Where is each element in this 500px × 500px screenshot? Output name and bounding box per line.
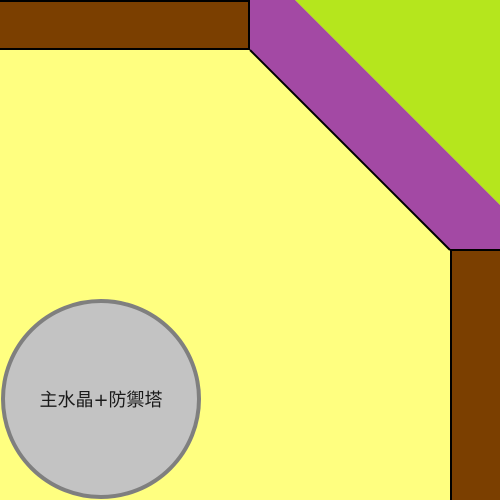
main-crystal-base[interactable] <box>1 299 201 499</box>
game-map: 主水晶+防禦塔 <box>0 0 500 500</box>
map-canvas <box>0 0 500 500</box>
top-wall <box>0 0 250 50</box>
right-wall <box>450 249 500 500</box>
